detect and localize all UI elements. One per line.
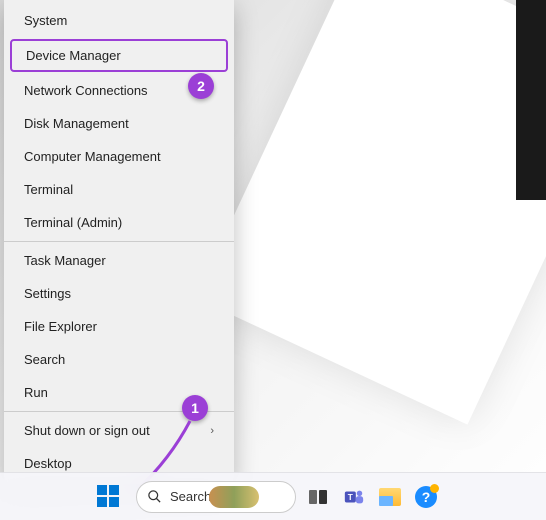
menu-item-label: Run	[24, 385, 48, 400]
menu-item-computer-management[interactable]: Computer Management	[4, 140, 234, 173]
menu-item-label: Search	[24, 352, 65, 367]
wallpaper-shape	[196, 0, 546, 425]
menu-item-label: System	[24, 13, 67, 28]
menu-item-label: Desktop	[24, 456, 72, 471]
folder-icon	[379, 488, 401, 506]
teams-chat-button[interactable]: T	[340, 483, 368, 511]
file-explorer-button[interactable]	[376, 483, 404, 511]
search-icon	[147, 489, 162, 504]
svg-text:T: T	[348, 492, 353, 501]
task-view-button[interactable]	[304, 483, 332, 511]
annotation-badge-2: 2	[188, 73, 214, 99]
taskbar: Search T ?	[0, 472, 546, 520]
windows-logo-icon	[97, 485, 119, 507]
start-button[interactable]	[92, 480, 124, 512]
search-label: Search	[170, 489, 211, 504]
menu-item-device-manager[interactable]: Device Manager	[10, 39, 228, 72]
menu-item-system[interactable]: System	[4, 4, 234, 37]
menu-item-label: Task Manager	[24, 253, 106, 268]
menu-item-terminal[interactable]: Terminal	[4, 173, 234, 206]
teams-icon: T	[343, 486, 365, 508]
menu-item-label: Terminal (Admin)	[24, 215, 122, 230]
menu-item-label: Settings	[24, 286, 71, 301]
menu-item-label: Device Manager	[26, 48, 121, 63]
menu-item-settings[interactable]: Settings	[4, 277, 234, 310]
menu-item-label: Network Connections	[24, 83, 148, 98]
menu-item-task-manager[interactable]: Task Manager	[4, 244, 234, 277]
taskbar-search[interactable]: Search	[136, 481, 296, 513]
get-help-button[interactable]: ?	[412, 483, 440, 511]
menu-item-label: Terminal	[24, 182, 73, 197]
menu-item-file-explorer[interactable]: File Explorer	[4, 310, 234, 343]
chevron-right-icon: ›	[210, 425, 214, 437]
help-icon: ?	[415, 486, 437, 508]
annotation-badge-1: 1	[182, 395, 208, 421]
menu-separator	[4, 241, 234, 242]
menu-item-search[interactable]: Search	[4, 343, 234, 376]
menu-item-label: Computer Management	[24, 149, 161, 164]
wallpaper-dark-edge	[516, 0, 546, 200]
menu-item-disk-management[interactable]: Disk Management	[4, 107, 234, 140]
menu-item-terminal-admin[interactable]: Terminal (Admin)	[4, 206, 234, 239]
task-view-icon	[309, 490, 327, 504]
menu-item-label: File Explorer	[24, 319, 97, 334]
search-highlight-image	[209, 486, 259, 508]
menu-item-label: Disk Management	[24, 116, 129, 131]
